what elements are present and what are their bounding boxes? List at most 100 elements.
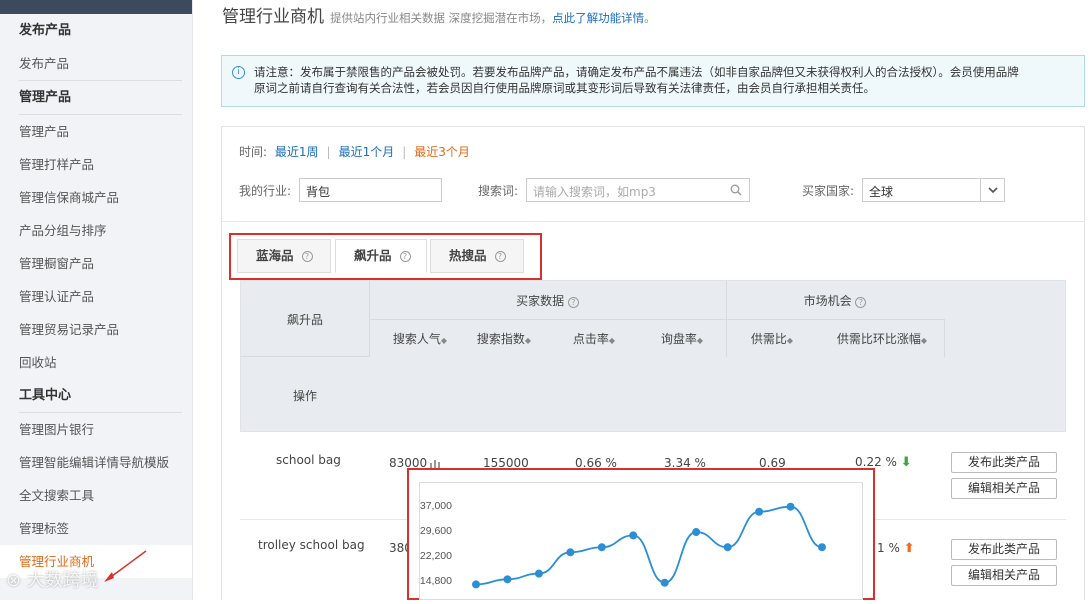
industry-input[interactable]: 背包 bbox=[299, 178, 442, 202]
feature-details-link[interactable]: 点此了解功能详情 bbox=[552, 11, 644, 25]
tab-rising[interactable]: 飙升品? bbox=[335, 239, 427, 273]
data-point[interactable] bbox=[472, 580, 480, 589]
cell-change: 1 % ⬆ bbox=[877, 541, 915, 556]
header-rising: 飙升品 bbox=[286, 313, 323, 327]
search-input[interactable]: 请输入搜索词，如mp3 bbox=[526, 178, 750, 202]
data-point[interactable] bbox=[786, 502, 795, 511]
help-icon[interactable]: ? bbox=[855, 297, 867, 308]
data-point[interactable] bbox=[629, 531, 638, 540]
country-label: 买家国家: bbox=[802, 184, 855, 198]
sort-icon: ◆ bbox=[440, 336, 448, 345]
cell-change-value: 0.22 % bbox=[855, 455, 897, 469]
edit-product-button[interactable]: 编辑相关产品 bbox=[951, 478, 1057, 499]
tab-blue-ocean[interactable]: 蓝海品? bbox=[237, 239, 331, 273]
header-market-opportunity: 市场机会 ? bbox=[726, 292, 944, 309]
y-tick-label: 29,600 bbox=[420, 525, 452, 537]
sidebar-item-fulltext-search[interactable]: 全文搜索工具 bbox=[0, 479, 192, 512]
sidebar-item-recycle-bin[interactable]: 回收站 bbox=[0, 346, 192, 379]
time-filter: 时间: 最近1周 | 最近1个月 | 最近3个月 bbox=[239, 143, 474, 160]
tab-label: 热搜品 bbox=[449, 248, 487, 263]
tab-label: 飙升品 bbox=[354, 248, 392, 263]
time-option-1-week[interactable]: 最近1周 bbox=[275, 145, 319, 159]
publish-product-button[interactable]: 发布此类产品 bbox=[951, 452, 1057, 473]
header-market-label: 市场机会 bbox=[803, 294, 852, 308]
arrow-down-icon: ⬇ bbox=[900, 455, 912, 470]
data-point[interactable] bbox=[723, 543, 732, 552]
sidebar-item-trade-records[interactable]: 管理贸易记录产品 bbox=[0, 313, 192, 346]
page-title: 管理行业商机 bbox=[222, 7, 324, 27]
sidebar-group-publish: 发布产品 bbox=[19, 23, 72, 38]
header-buyer-data: 买家数据 ? bbox=[369, 292, 726, 309]
time-option-1-month[interactable]: 最近1个月 bbox=[339, 145, 395, 159]
col-label: 询盘率 bbox=[660, 332, 697, 346]
tab-hot-search[interactable]: 热搜品? bbox=[430, 239, 524, 273]
dropdown-area[interactable] bbox=[980, 179, 1004, 201]
table-header: 飙升品 买家数据 ? 市场机会 ? 搜索人气◆ 搜索指数◆ 点击率◆ 询盘率◆ … bbox=[240, 280, 1066, 432]
industry-label: 我的行业: bbox=[239, 184, 292, 198]
data-point[interactable] bbox=[534, 569, 543, 578]
help-icon[interactable]: ? bbox=[301, 251, 313, 262]
data-point[interactable] bbox=[566, 548, 575, 557]
data-point[interactable] bbox=[503, 575, 512, 584]
col-supply-demand-change[interactable]: 供需比环比涨幅◆ bbox=[819, 330, 945, 347]
header-action: 操作 bbox=[292, 389, 317, 403]
time-option-3-months[interactable]: 最近3个月 bbox=[414, 145, 470, 159]
trend-chart-tooltip: 37,000 29,600 22,200 14,800 7,400 bbox=[419, 482, 863, 604]
sidebar-item-photo-bank[interactable]: 管理图片银行 bbox=[0, 413, 192, 446]
divider bbox=[241, 356, 369, 357]
data-point[interactable] bbox=[755, 507, 764, 516]
sidebar-item-tags[interactable]: 管理标签 bbox=[0, 512, 192, 545]
data-point[interactable] bbox=[692, 528, 701, 537]
filter-row: 我的行业: 背包 搜索词: 请输入搜索词，如mp3 买家国家: 全球 bbox=[239, 178, 1069, 202]
y-tick-label: 22,200 bbox=[420, 550, 452, 562]
sidebar-item-trade-assurance[interactable]: 管理信保商城产品 bbox=[0, 181, 192, 214]
search-icon[interactable] bbox=[730, 184, 742, 196]
col-inquiry-rate[interactable]: 询盘率◆ bbox=[641, 330, 723, 347]
tabs-highlight: 蓝海品? 飙升品? 热搜品? bbox=[229, 233, 542, 280]
chart-icon[interactable] bbox=[429, 458, 442, 468]
page-subtitle: 提供站内行业相关数据 深度挖掘潜在市场， bbox=[330, 11, 553, 25]
header-buyer-data-label: 买家数据 bbox=[516, 294, 565, 308]
sidebar-group-tools: 工具中心 bbox=[19, 388, 72, 403]
data-point[interactable] bbox=[597, 543, 606, 552]
cell-change-value: 1 % bbox=[877, 541, 900, 555]
sidebar: 发布产品 发布产品 管理产品 管理产品 管理打样产品 管理信保商城产品 产品分组… bbox=[0, 0, 193, 600]
sidebar-item-certified[interactable]: 管理认证产品 bbox=[0, 280, 192, 313]
help-icon[interactable]: ? bbox=[494, 251, 506, 262]
sidebar-item-sample-products[interactable]: 管理打样产品 bbox=[0, 148, 192, 181]
search-label: 搜索词: bbox=[478, 184, 519, 198]
chevron-down-icon bbox=[988, 187, 998, 194]
col-label: 供需比环比涨幅 bbox=[836, 332, 921, 346]
tab-label: 蓝海品 bbox=[256, 248, 294, 263]
sort-icon: ◆ bbox=[920, 336, 928, 345]
notice-line-1: 请注意：发布属于禁限售的产品会被处罚。若要发布品牌产品，请确定发布产品不属违法（… bbox=[254, 65, 1019, 79]
col-label: 供需比 bbox=[750, 332, 787, 346]
col-supply-demand[interactable]: 供需比◆ bbox=[731, 330, 813, 347]
pointer-arrow-icon bbox=[104, 550, 147, 582]
sort-icon: ◆ bbox=[608, 336, 616, 345]
col-click-rate[interactable]: 点击率◆ bbox=[553, 330, 635, 347]
col-label: 搜索指数 bbox=[476, 332, 525, 346]
data-point[interactable] bbox=[660, 578, 669, 587]
col-search-index[interactable]: 搜索指数◆ bbox=[463, 330, 545, 347]
sidebar-item-template[interactable]: 管理智能编辑详情导航模版 bbox=[0, 446, 192, 479]
sidebar-item-publish[interactable]: 发布产品 bbox=[0, 47, 192, 80]
col-search-popularity[interactable]: 搜索人气◆ bbox=[379, 330, 461, 347]
country-select[interactable]: 全球 bbox=[862, 178, 1005, 202]
publish-product-button[interactable]: 发布此类产品 bbox=[951, 539, 1057, 560]
sidebar-item-showcase[interactable]: 管理橱窗产品 bbox=[0, 247, 192, 280]
notice-line-2: 原词之前请自行查询有关合法性，若会员因自行使用品牌原词或其变形词后导致有关法律责… bbox=[254, 81, 875, 95]
help-icon[interactable]: ? bbox=[567, 297, 579, 308]
help-icon[interactable]: ? bbox=[399, 251, 411, 262]
y-tick-label: 37,000 bbox=[420, 500, 452, 512]
page-header: 管理行业商机 提供站内行业相关数据 深度挖掘潜在市场，点此了解功能详情。 bbox=[222, 2, 656, 27]
logo-icon: ⊗ bbox=[6, 570, 27, 591]
sidebar-item-groups[interactable]: 产品分组与排序 bbox=[0, 214, 192, 247]
time-label: 时间: bbox=[239, 145, 268, 159]
y-tick-label: 7,400 bbox=[426, 600, 452, 601]
data-point[interactable] bbox=[818, 543, 826, 552]
sidebar-item-manage-products[interactable]: 管理产品 bbox=[0, 115, 192, 148]
divider: | bbox=[326, 145, 331, 159]
edit-product-button[interactable]: 编辑相关产品 bbox=[951, 565, 1057, 586]
notice-banner: i 请注意：发布属于禁限售的产品会被处罚。若要发布品牌产品，请确定发布产品不属违… bbox=[221, 55, 1085, 107]
